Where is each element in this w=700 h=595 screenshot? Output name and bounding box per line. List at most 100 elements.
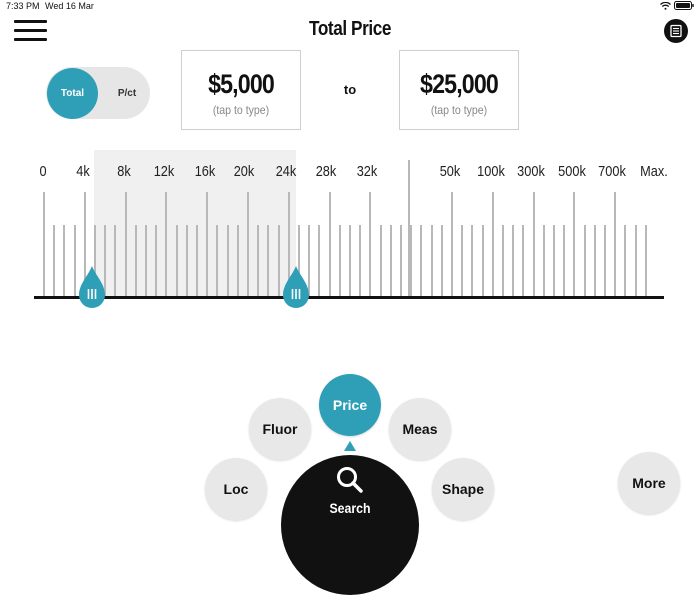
toggle-option-per-carat[interactable]: P/ct: [108, 68, 146, 119]
tick-mark: [420, 225, 422, 296]
min-price-field[interactable]: $5,000 (tap to type): [181, 50, 301, 130]
tick-mark: [176, 225, 178, 296]
status-time: 7:33 PM: [6, 1, 40, 11]
list-icon: [670, 24, 682, 38]
tick-label: Max.: [640, 163, 668, 180]
tick-mark: [594, 225, 596, 296]
tick-label: 12k: [153, 163, 175, 180]
tick-mark: [624, 225, 626, 296]
tick-mark: [431, 225, 433, 296]
tick-mark: [165, 192, 167, 296]
hamburger-line: [14, 38, 47, 41]
tick-mark: [400, 225, 402, 296]
slider-track[interactable]: [34, 296, 664, 299]
tick-mark: [216, 225, 218, 296]
tick-mark: [359, 225, 361, 296]
tick-mark: [329, 192, 331, 296]
tick-mark: [278, 225, 280, 296]
tick-mark: [135, 225, 137, 296]
tick-mark: [408, 160, 410, 296]
range-separator: to: [343, 82, 357, 97]
tick-mark: [522, 225, 524, 296]
tick-label: 50k: [439, 163, 461, 180]
tick-label: 8k: [117, 163, 131, 180]
status-indicators: [660, 1, 694, 10]
max-slider-handle[interactable]: [282, 266, 310, 312]
nav-price-button[interactable]: Price: [319, 374, 381, 436]
search-icon: [337, 467, 363, 493]
tick-mark: [369, 192, 371, 296]
more-button[interactable]: More: [618, 452, 680, 514]
tick-mark: [196, 225, 198, 296]
tick-label: 4k: [76, 163, 90, 180]
tick-mark: [461, 225, 463, 296]
nav-fluor-button[interactable]: Fluor: [249, 398, 311, 460]
hamburger-icon: [14, 20, 47, 23]
battery-icon: [674, 1, 694, 10]
tick-label: 0: [39, 163, 47, 180]
tick-mark: [145, 225, 147, 296]
tick-label: 32k: [356, 163, 378, 180]
nav-shape-button[interactable]: Shape: [432, 458, 494, 520]
max-price-value: $25,000: [420, 69, 499, 99]
tick-mark: [53, 225, 55, 296]
tick-mark: [318, 225, 320, 296]
min-slider-handle[interactable]: [78, 266, 106, 312]
status-date: Wed 16 Mar: [45, 1, 94, 11]
toggle-option-total[interactable]: Total: [47, 68, 98, 119]
tick-mark: [482, 225, 484, 296]
tick-mark: [380, 225, 382, 296]
tick-mark: [584, 225, 586, 296]
hamburger-line: [14, 29, 47, 32]
tick-mark: [43, 192, 45, 296]
tick-label: 100k: [477, 163, 505, 180]
tick-mark: [349, 225, 351, 296]
tick-label: 300k: [517, 163, 545, 180]
tick-mark: [206, 192, 208, 296]
tick-mark: [471, 225, 473, 296]
tick-mark: [502, 225, 504, 296]
wifi-icon: [660, 1, 671, 10]
max-price-field[interactable]: $25,000 (tap to type): [399, 50, 519, 130]
tick-mark: [155, 225, 157, 296]
tick-mark: [451, 192, 453, 296]
tick-mark: [492, 192, 494, 296]
tick-mark: [237, 225, 239, 296]
tick-mark: [267, 225, 269, 296]
tick-mark: [227, 225, 229, 296]
tick-mark: [186, 225, 188, 296]
tick-mark: [410, 225, 412, 296]
tick-label: 20k: [233, 163, 255, 180]
tick-mark: [573, 192, 575, 296]
list-button[interactable]: [664, 19, 688, 43]
tick-mark: [543, 225, 545, 296]
tick-label: 700k: [598, 163, 626, 180]
tick-mark: [563, 225, 565, 296]
search-label: Search: [329, 500, 371, 516]
tick-mark: [63, 225, 65, 296]
tick-mark: [125, 192, 127, 296]
tick-mark: [512, 225, 514, 296]
tick-mark: [635, 225, 637, 296]
tick-mark: [257, 225, 259, 296]
tick-mark: [114, 225, 116, 296]
tick-mark: [553, 225, 555, 296]
tick-label: 28k: [315, 163, 337, 180]
tick-mark: [614, 192, 616, 296]
min-price-value: $5,000: [208, 69, 275, 99]
tick-mark: [645, 225, 647, 296]
tick-mark: [533, 192, 535, 296]
min-price-hint: (tap to type): [212, 103, 270, 117]
tick-mark: [604, 225, 606, 296]
search-button[interactable]: Search: [281, 455, 419, 595]
tick-mark: [74, 225, 76, 296]
tick-label: 16k: [194, 163, 216, 180]
tick-mark: [441, 225, 443, 296]
tick-label: 500k: [558, 163, 586, 180]
page-title: Total Price: [309, 18, 391, 40]
nav-loc-button[interactable]: Loc: [205, 458, 267, 520]
caret-up-icon: [344, 441, 356, 451]
menu-button[interactable]: [14, 20, 48, 44]
tick-mark: [390, 225, 392, 296]
nav-meas-button[interactable]: Meas: [389, 398, 451, 460]
